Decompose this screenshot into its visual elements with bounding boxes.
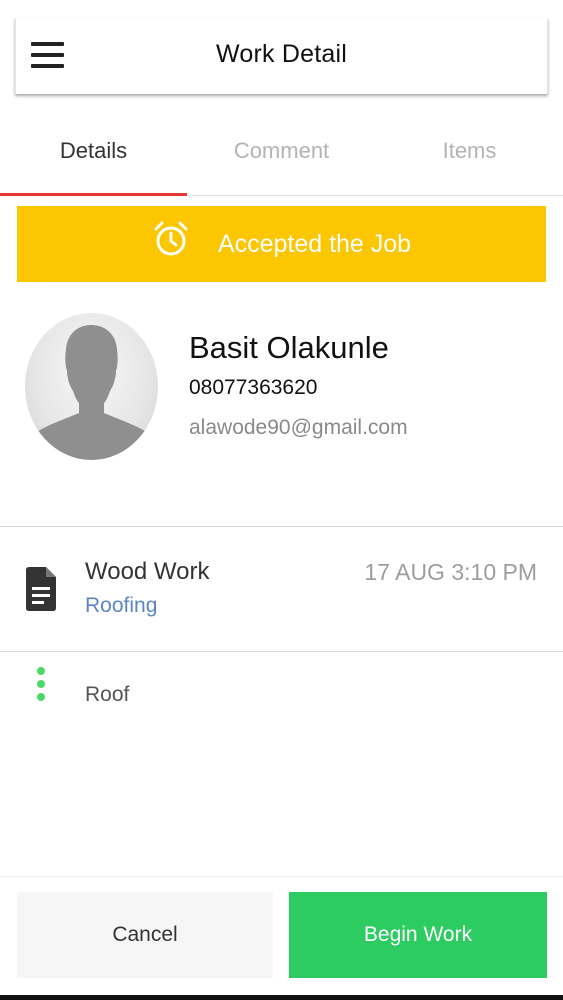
avatar [25, 313, 158, 460]
alarm-clock-icon [154, 221, 188, 256]
tab-comment[interactable]: Comment [188, 110, 375, 195]
person-placeholder-icon [35, 325, 148, 460]
document-icon [26, 567, 56, 611]
bottom-edge [0, 995, 563, 1000]
job-category: Roofing [85, 594, 158, 617]
contact-email[interactable]: alawode90@gmail.com [189, 416, 408, 440]
tab-bar: Details Comment Items [0, 110, 563, 196]
tab-items[interactable]: Items [376, 110, 563, 195]
job-title: Wood Work [85, 558, 210, 585]
contact-phone[interactable]: 08077363620 [189, 376, 317, 400]
job-date: 17 AUG 3:10 PM [364, 559, 537, 585]
app-bar: Work Detail [15, 18, 548, 94]
page-title: Work Detail [216, 40, 347, 68]
divider [0, 526, 563, 527]
cancel-button[interactable]: Cancel [17, 892, 273, 978]
status-text: Accepted the Job [217, 229, 412, 258]
active-tab-indicator [0, 193, 187, 196]
tab-details[interactable]: Details [0, 110, 187, 195]
begin-work-button[interactable]: Begin Work [289, 892, 547, 978]
divider [0, 651, 563, 652]
status-banner: Accepted the Job [17, 206, 546, 282]
contact-name: Basit Olakunle [189, 330, 389, 365]
vertical-dots-icon [36, 667, 46, 703]
item-label: Roof [85, 683, 130, 706]
divider [0, 876, 563, 877]
